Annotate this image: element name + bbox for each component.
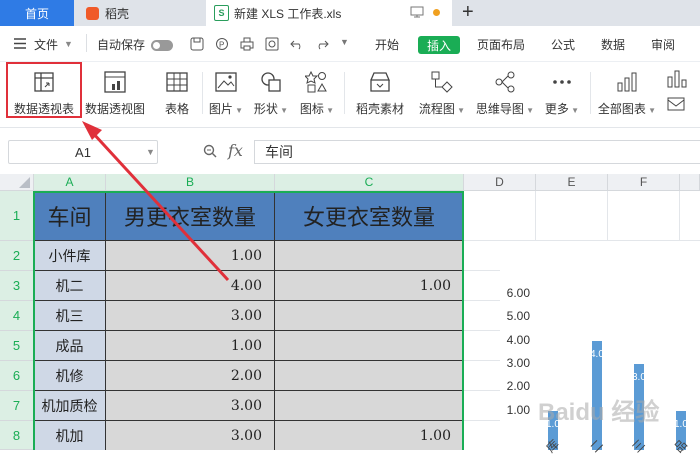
arrow-head bbox=[82, 121, 102, 140]
arrow-line bbox=[90, 130, 230, 282]
annotation-arrow bbox=[82, 121, 230, 282]
